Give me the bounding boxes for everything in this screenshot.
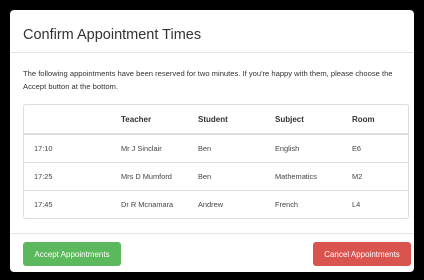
modal-title: Confirm Appointment Times	[23, 27, 202, 43]
cell-subject: French	[275, 190, 352, 218]
cell-room: L4	[352, 190, 408, 218]
cell-student: Ben	[198, 144, 212, 153]
table-row: 17:10 Mr J Sinclair Ben English E6	[24, 134, 408, 163]
modal-header: Confirm Appointment Times	[10, 10, 414, 53]
cell-room: E6	[352, 144, 362, 153]
accept-appointments-button[interactable]: Accept Appointments	[23, 242, 121, 266]
header-subject: Subject	[275, 105, 352, 135]
cell-time: 17:25	[24, 162, 121, 191]
cell-student: Ben	[198, 162, 275, 191]
cell-subject: English	[275, 144, 300, 153]
table-header-row: Teacher Student Subject Room	[24, 105, 408, 135]
header-teacher: Teacher	[121, 105, 198, 135]
confirm-appointments-modal: Confirm Appointment Times The following …	[10, 10, 414, 272]
cell-teacher: Dr R Mcnamara	[121, 190, 198, 218]
cell-subject: Mathematics	[275, 162, 352, 191]
cell-time: 17:10	[34, 144, 53, 153]
intro-text: The following appointments have been res…	[23, 69, 393, 91]
cell-teacher: Mr J Sinclair	[121, 144, 162, 153]
cell-time: 17:45	[24, 190, 121, 218]
header-time	[24, 105, 121, 135]
table-row: 17:25 Mrs D Mumford Ben Mathematics M2	[24, 162, 408, 191]
modal-footer: Accept Appointments Cancel Appointments	[10, 233, 414, 272]
appointments-table-container: Teacher Student Subject Room 17:10 Mr J …	[23, 104, 409, 219]
cell-student: Andrew	[198, 190, 275, 218]
cell-room: M2	[352, 162, 408, 191]
cancel-appointments-button[interactable]: Cancel Appointments	[313, 242, 411, 266]
header-student: Student	[198, 105, 275, 135]
table-row: 17:45 Dr R Mcnamara Andrew French L4	[24, 190, 408, 218]
appointments-table: Teacher Student Subject Room 17:10 Mr J …	[24, 105, 408, 218]
cell-teacher: Mrs D Mumford	[121, 162, 198, 191]
header-room: Room	[352, 105, 408, 135]
